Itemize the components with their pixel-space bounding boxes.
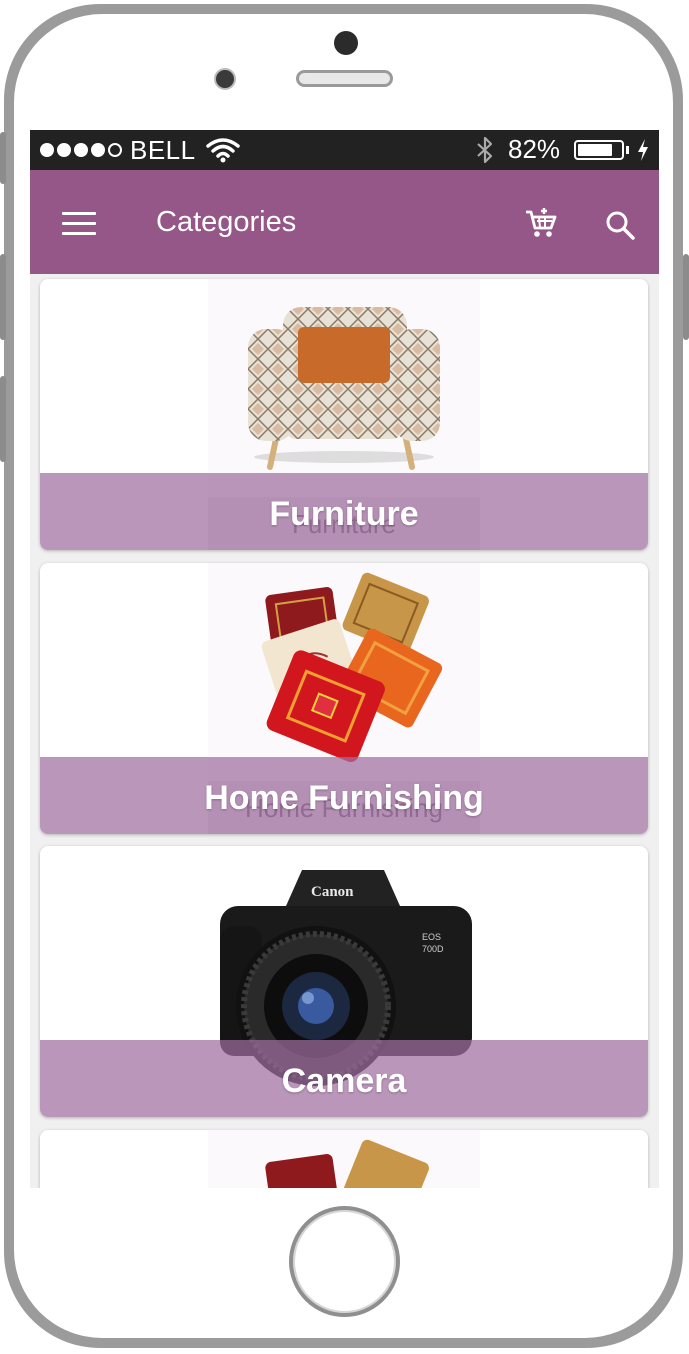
category-label-home-furnishing: Home Furnishing — [204, 779, 484, 817]
category-label-camera: Camera — [281, 1062, 407, 1100]
app-bar: Categories — [30, 170, 659, 274]
page-title: Categories — [156, 206, 297, 238]
signal-dot — [74, 143, 88, 157]
category-label-furniture: Furniture — [269, 495, 419, 533]
screen: BELL 82% Categories Furniture Home Furni… — [30, 130, 659, 1188]
battery-icon — [574, 140, 624, 160]
wifi-icon — [205, 138, 240, 163]
home-button[interactable] — [289, 1206, 400, 1317]
cushions-image — [208, 1130, 480, 1188]
status-bar: BELL 82% — [30, 130, 659, 170]
bluetooth-icon — [477, 136, 493, 164]
battery-tip — [626, 146, 629, 154]
earpiece-speaker — [296, 70, 393, 87]
svg-text:700D: 700D — [422, 944, 444, 954]
search-icon[interactable] — [605, 210, 635, 240]
signal-strength-icon — [40, 143, 122, 157]
signal-dot — [108, 143, 122, 157]
signal-dot — [91, 143, 105, 157]
mute-switch — [0, 132, 6, 184]
cart-icon[interactable] — [524, 208, 558, 240]
charging-icon — [638, 139, 648, 161]
signal-dot — [57, 143, 71, 157]
volume-up-button — [0, 254, 6, 340]
power-button — [683, 254, 689, 340]
camera-brand-text: Canon — [311, 884, 354, 900]
camera-model-text: EOS — [422, 932, 441, 942]
carrier-name: BELL — [130, 134, 196, 165]
battery-level-fill — [578, 144, 613, 156]
battery-percentage: 82% — [508, 134, 561, 164]
menu-icon[interactable] — [62, 212, 96, 236]
category-card-furniture[interactable]: Furniture Furniture — [40, 279, 648, 550]
proximity-sensor — [214, 68, 236, 90]
category-card-partial[interactable] — [40, 1130, 648, 1188]
signal-dot — [40, 143, 54, 157]
front-camera — [334, 31, 358, 55]
category-card-camera[interactable]: Canon EOS 700D Camera — [40, 846, 648, 1117]
category-card-home-furnishing[interactable]: Home Furnishing Home Furnishing — [40, 563, 648, 834]
volume-down-button — [0, 376, 6, 462]
